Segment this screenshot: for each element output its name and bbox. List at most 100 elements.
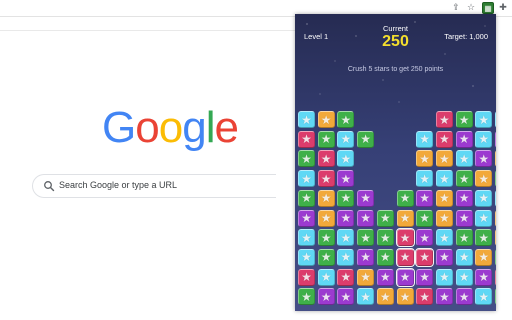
star-tile[interactable]: ★	[435, 288, 453, 306]
star-tile[interactable]: ★	[495, 111, 496, 128]
star-tile[interactable]: ★	[455, 229, 473, 247]
star-tile[interactable]: ★	[317, 229, 335, 247]
star-tile[interactable]: ★	[317, 288, 335, 306]
star-tile[interactable]: ★	[357, 189, 375, 207]
star-tile[interactable]: ★	[455, 209, 473, 227]
star-tile[interactable]: ★	[376, 229, 394, 247]
star-tile[interactable]: ★	[317, 150, 335, 168]
star-tile[interactable]: ★	[495, 209, 496, 227]
star-tile[interactable]: ★	[298, 229, 315, 247]
star-tile[interactable]: ★	[395, 228, 415, 248]
star-tile[interactable]: ★	[396, 209, 414, 227]
star-tile[interactable]: ★	[298, 248, 315, 266]
search-placeholder[interactable]: Search Google or type a URL	[59, 180, 177, 190]
star-tile[interactable]: ★	[495, 268, 496, 286]
extension-game-icon[interactable]: ▦	[482, 2, 494, 14]
star-tile[interactable]: ★	[455, 111, 473, 128]
star-tile[interactable]: ★	[376, 248, 394, 266]
star-tile[interactable]: ★	[416, 189, 434, 207]
star-tile[interactable]: ★	[495, 229, 496, 247]
star-tile[interactable]: ★	[357, 248, 375, 266]
star-tile[interactable]: ★	[435, 130, 453, 148]
star-tile[interactable]: ★	[298, 130, 315, 148]
star-tile[interactable]: ★	[475, 170, 493, 188]
star-tile[interactable]: ★	[317, 248, 335, 266]
star-tile[interactable]: ★	[415, 247, 435, 267]
star-tile[interactable]: ★	[337, 189, 355, 207]
star-tile[interactable]: ★	[376, 209, 394, 227]
star-tile[interactable]: ★	[435, 111, 453, 128]
star-tile[interactable]: ★	[475, 189, 493, 207]
bookmark-star-icon[interactable]: ☆	[465, 2, 477, 14]
star-tile[interactable]: ★	[455, 170, 473, 188]
star-tile[interactable]: ★	[298, 209, 315, 227]
star-tile[interactable]: ★	[475, 111, 493, 128]
star-tile[interactable]: ★	[298, 111, 315, 128]
star-tile[interactable]: ★	[435, 268, 453, 286]
star-tile[interactable]: ★	[455, 130, 473, 148]
star-tile[interactable]: ★	[357, 209, 375, 227]
search-box[interactable]: Search Google or type a URL	[32, 174, 276, 198]
star-tile[interactable]: ★	[416, 130, 434, 148]
star-tile[interactable]: ★	[298, 150, 315, 168]
star-tile[interactable]: ★	[455, 268, 473, 286]
star-tile[interactable]: ★	[357, 268, 375, 286]
star-tile[interactable]: ★	[416, 268, 434, 286]
star-tile[interactable]: ★	[455, 189, 473, 207]
star-tile[interactable]: ★	[435, 170, 453, 188]
star-tile[interactable]: ★	[298, 189, 315, 207]
star-tile[interactable]: ★	[317, 170, 335, 188]
star-tile[interactable]: ★	[435, 189, 453, 207]
star-tile[interactable]: ★	[435, 209, 453, 227]
star-tile[interactable]: ★	[337, 268, 355, 286]
puzzle-extensions-icon[interactable]: ✚	[497, 2, 509, 14]
star-tile[interactable]: ★	[298, 288, 315, 306]
star-tile[interactable]: ★	[337, 130, 355, 148]
star-tile[interactable]: ★	[475, 209, 493, 227]
star-tile[interactable]: ★	[357, 130, 375, 148]
star-tile[interactable]: ★	[435, 248, 453, 266]
star-tile[interactable]: ★	[317, 268, 335, 286]
star-tile[interactable]: ★	[317, 209, 335, 227]
star-tile[interactable]: ★	[395, 267, 415, 287]
share-icon[interactable]: ⇪	[450, 2, 462, 14]
star-tile[interactable]: ★	[337, 229, 355, 247]
star-tile[interactable]: ★	[416, 229, 434, 247]
star-tile[interactable]: ★	[455, 288, 473, 306]
star-tile[interactable]: ★	[337, 209, 355, 227]
star-tile[interactable]: ★	[455, 248, 473, 266]
star-tile[interactable]: ★	[376, 288, 394, 306]
star-tile[interactable]: ★	[455, 150, 473, 168]
star-tile[interactable]: ★	[416, 150, 434, 168]
star-tile[interactable]: ★	[435, 150, 453, 168]
star-tile[interactable]: ★	[337, 288, 355, 306]
star-tile[interactable]: ★	[317, 130, 335, 148]
star-tile[interactable]: ★	[396, 288, 414, 306]
star-tile[interactable]: ★	[317, 189, 335, 207]
star-tile[interactable]: ★	[475, 130, 493, 148]
star-tile[interactable]: ★	[357, 229, 375, 247]
star-tile[interactable]: ★	[416, 170, 434, 188]
star-tile[interactable]: ★	[495, 130, 496, 148]
star-tile[interactable]: ★	[475, 268, 493, 286]
star-tile[interactable]: ★	[337, 111, 355, 128]
star-tile[interactable]: ★	[495, 288, 496, 306]
star-tile[interactable]: ★	[337, 248, 355, 266]
star-tile[interactable]: ★	[495, 150, 496, 168]
star-tile[interactable]: ★	[357, 288, 375, 306]
star-tile[interactable]: ★	[435, 229, 453, 247]
star-tile[interactable]: ★	[475, 248, 493, 266]
star-tile[interactable]: ★	[416, 209, 434, 227]
star-tile[interactable]: ★	[495, 170, 496, 188]
star-tile[interactable]: ★	[298, 170, 315, 188]
star-tile[interactable]: ★	[475, 150, 493, 168]
star-tile[interactable]: ★	[298, 268, 315, 286]
star-tile[interactable]: ★	[376, 268, 394, 286]
star-tile[interactable]: ★	[396, 189, 414, 207]
star-tile[interactable]: ★	[416, 288, 434, 306]
star-tile[interactable]: ★	[475, 288, 493, 306]
star-tile[interactable]: ★	[475, 229, 493, 247]
star-tile[interactable]: ★	[395, 247, 415, 267]
star-tile[interactable]: ★	[495, 189, 496, 207]
star-tile[interactable]: ★	[317, 111, 335, 128]
